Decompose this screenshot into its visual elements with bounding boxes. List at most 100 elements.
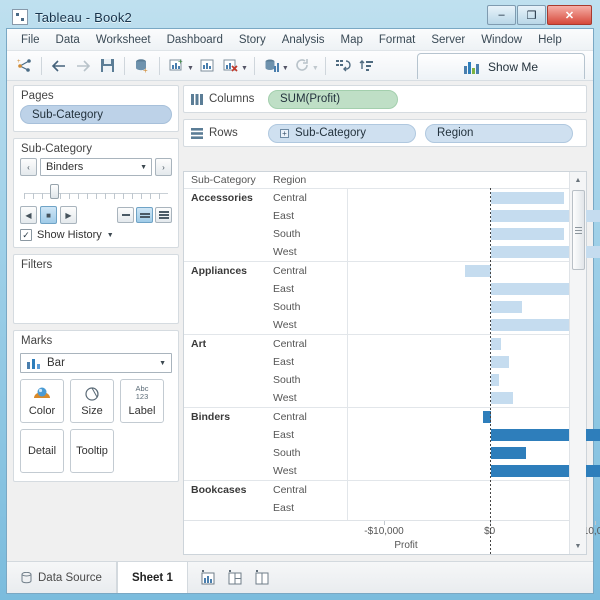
clear-sheet-icon[interactable]: [220, 55, 242, 77]
slider-thumb[interactable]: [50, 184, 59, 199]
chevron-down-icon[interactable]: ▼: [282, 65, 289, 72]
bar-mark[interactable]: [491, 447, 526, 459]
menu-item-format[interactable]: Format: [371, 32, 423, 48]
pages-pill-subcategory[interactable]: Sub-Category: [20, 105, 172, 124]
back-arrow-icon[interactable]: [48, 55, 70, 77]
bar-mark[interactable]: [491, 192, 564, 204]
chevron-down-icon[interactable]: ▼: [241, 65, 248, 72]
data-source-dropdown-icon[interactable]: [261, 55, 283, 77]
region-label[interactable]: West: [273, 319, 297, 331]
close-button[interactable]: ✕: [547, 5, 592, 25]
play-backward-button[interactable]: ◀: [20, 206, 37, 224]
bar-mark[interactable]: [491, 228, 564, 240]
play-forward-button[interactable]: ▶: [60, 206, 77, 224]
new-story-icon[interactable]: [254, 570, 271, 585]
pages-shelf[interactable]: Sub-Category: [14, 105, 178, 131]
duplicate-sheet-icon[interactable]: [196, 55, 218, 77]
new-worksheet-icon[interactable]: [200, 570, 217, 585]
stop-button[interactable]: ■: [40, 206, 57, 224]
scroll-up-arrow-icon[interactable]: ▲: [570, 172, 586, 188]
menu-item-file[interactable]: File: [13, 32, 48, 48]
scrollbar-thumb[interactable]: [572, 190, 585, 270]
show-history-row[interactable]: ✓ Show History ▼: [14, 227, 178, 247]
region-label[interactable]: Central: [273, 265, 307, 277]
history-slow-button[interactable]: [117, 207, 134, 223]
chevron-down-icon[interactable]: ▼: [107, 232, 114, 239]
menu-item-map[interactable]: Map: [333, 32, 371, 48]
marks-label-button[interactable]: Abc 123 Label: [120, 379, 164, 423]
pill-sub-category[interactable]: + Sub-Category: [268, 124, 416, 143]
region-label[interactable]: Central: [273, 411, 307, 423]
bar-mark[interactable]: [491, 338, 502, 350]
sort-ascending-icon[interactable]: [356, 55, 378, 77]
page-slider[interactable]: [14, 180, 178, 206]
bar-mark[interactable]: [465, 265, 490, 277]
region-label[interactable]: Central: [273, 192, 307, 204]
mark-type-combo[interactable]: Bar ▼: [20, 353, 172, 373]
region-label[interactable]: West: [273, 465, 297, 477]
marks-detail-button[interactable]: Detail: [20, 429, 64, 473]
pill-sum-profit[interactable]: SUM(Profit): [268, 90, 398, 109]
new-worksheet-icon[interactable]: +: [13, 55, 35, 77]
bar-mark[interactable]: [491, 392, 513, 404]
region-label[interactable]: South: [273, 374, 300, 386]
menu-item-window[interactable]: Window: [473, 32, 530, 48]
filters-shelf[interactable]: [14, 274, 178, 318]
swap-axes-icon[interactable]: [332, 55, 354, 77]
header-subcategory[interactable]: Sub-Category: [191, 174, 256, 186]
vertical-scrollbar[interactable]: ▲ ▼: [569, 172, 586, 554]
region-label[interactable]: East: [273, 283, 294, 295]
region-label[interactable]: South: [273, 301, 300, 313]
minimize-button[interactable]: –: [487, 5, 516, 25]
pill-region[interactable]: Region: [425, 124, 573, 143]
show-history-checkbox[interactable]: ✓: [20, 229, 32, 241]
page-value-combo[interactable]: Binders ▼: [40, 158, 152, 176]
region-label[interactable]: West: [273, 392, 297, 404]
menu-item-worksheet[interactable]: Worksheet: [88, 32, 159, 48]
region-label[interactable]: East: [273, 502, 294, 514]
connect-data-icon[interactable]: +: [131, 55, 153, 77]
header-region[interactable]: Region: [273, 174, 306, 186]
bar-mark[interactable]: [491, 283, 574, 295]
history-medium-button[interactable]: [136, 207, 153, 223]
region-label[interactable]: Central: [273, 338, 307, 350]
bar-mark[interactable]: [491, 301, 523, 313]
save-icon[interactable]: [96, 55, 118, 77]
new-dashboard-icon[interactable]: [227, 570, 244, 585]
menu-item-story[interactable]: Story: [231, 32, 274, 48]
expand-icon[interactable]: +: [280, 129, 289, 138]
menu-item-server[interactable]: Server: [423, 32, 473, 48]
marks-size-button[interactable]: Size: [70, 379, 114, 423]
tab-data-source[interactable]: Data Source: [7, 562, 117, 593]
show-me-button[interactable]: Show Me: [417, 53, 585, 79]
region-label[interactable]: West: [273, 246, 297, 258]
chevron-down-icon[interactable]: ▼: [187, 65, 194, 72]
columns-shelf[interactable]: Columns SUM(Profit): [183, 85, 587, 113]
maximize-button[interactable]: ❒: [517, 5, 546, 25]
chevron-down-icon[interactable]: ▼: [159, 360, 166, 367]
marks-tooltip-button[interactable]: Tooltip: [70, 429, 114, 473]
menu-item-help[interactable]: Help: [530, 32, 570, 48]
tab-sheet-1[interactable]: Sheet 1: [117, 562, 188, 593]
bar-mark[interactable]: [491, 319, 569, 331]
region-label[interactable]: East: [273, 429, 294, 441]
region-label[interactable]: South: [273, 228, 300, 240]
new-worksheet-dropdown-icon[interactable]: +: [166, 55, 188, 77]
x-axis-title[interactable]: Profit: [184, 540, 569, 551]
region-label[interactable]: East: [273, 210, 294, 222]
region-label[interactable]: South: [273, 447, 300, 459]
chevron-down-icon[interactable]: ▼: [140, 164, 147, 171]
page-prev-button[interactable]: ‹: [20, 158, 37, 176]
marks-color-button[interactable]: Color: [20, 379, 64, 423]
page-next-button[interactable]: ›: [155, 158, 172, 176]
scroll-down-arrow-icon[interactable]: ▼: [570, 538, 586, 554]
bar-mark[interactable]: [491, 374, 499, 386]
region-label[interactable]: East: [273, 356, 294, 368]
menu-item-analysis[interactable]: Analysis: [274, 32, 333, 48]
region-label[interactable]: Central: [273, 484, 307, 496]
rows-shelf[interactable]: Rows + Sub-Category Region: [183, 119, 587, 147]
menu-item-dashboard[interactable]: Dashboard: [159, 32, 231, 48]
menu-item-data[interactable]: Data: [48, 32, 88, 48]
history-fast-button[interactable]: [155, 207, 172, 223]
bar-mark[interactable]: [491, 356, 509, 368]
